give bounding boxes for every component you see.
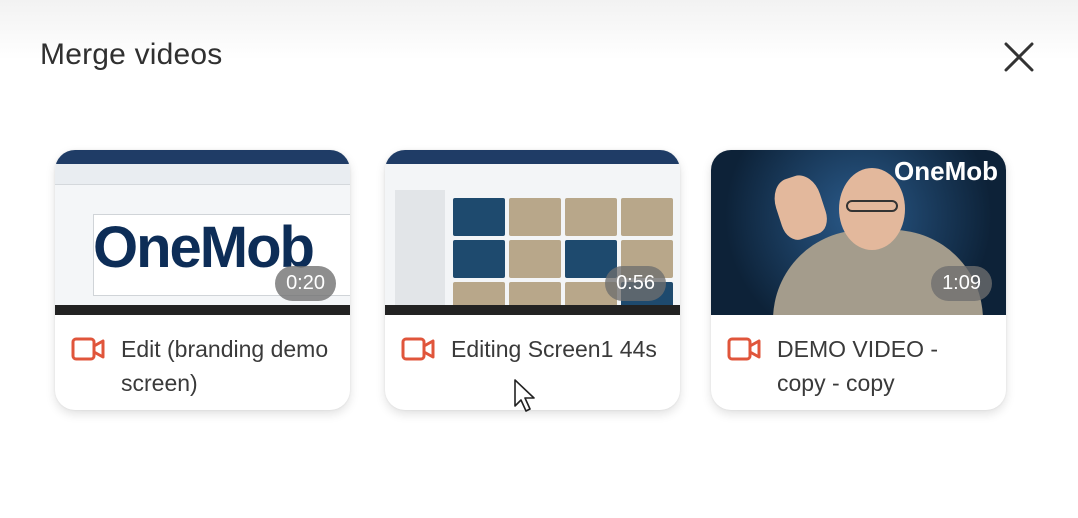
duration-badge: 0:20 <box>275 266 336 301</box>
video-camera-icon <box>401 337 435 361</box>
video-card[interactable]: OneMob 1:09 DEMO VIDEO - copy - copy <box>711 150 1006 410</box>
thumb-sidebar <box>395 190 445 310</box>
mouse-cursor-icon <box>514 379 535 412</box>
video-title: DEMO VIDEO - copy - copy <box>777 336 939 396</box>
video-thumbnail: 0:56 <box>385 150 680 315</box>
video-card[interactable]: 0:56 Editing Screen1 44s <box>385 150 680 410</box>
thumb-browser-bar <box>55 150 350 164</box>
thumbnail-logo-text: OneMob <box>894 156 998 186</box>
close-icon <box>1004 42 1034 72</box>
duration-badge: 1:09 <box>931 266 992 301</box>
video-title: Editing Screen1 44s <box>451 336 657 362</box>
thumb-tile <box>453 240 505 278</box>
thumb-tile <box>621 198 673 236</box>
video-camera-icon <box>727 337 761 361</box>
video-thumbnail: OneMob 1:09 <box>711 150 1006 315</box>
duration-badge: 0:56 <box>605 266 666 301</box>
thumb-tile <box>453 198 505 236</box>
video-meta: Edit (branding demo screen) <box>71 332 336 400</box>
thumb-tile <box>565 198 617 236</box>
video-list: OneMob 0:20 Edit (branding demo screen) … <box>55 150 1055 420</box>
thumb-taskbar <box>385 305 680 315</box>
thumb-toolbar <box>55 164 350 185</box>
video-card[interactable]: OneMob 0:20 Edit (branding demo screen) <box>55 150 350 410</box>
thumb-person-hand <box>768 170 832 244</box>
video-thumbnail: OneMob 0:20 <box>55 150 350 315</box>
video-meta: Editing Screen1 44s <box>401 332 666 366</box>
video-title: Edit (branding demo screen) <box>121 336 329 396</box>
thumb-taskbar <box>55 305 350 315</box>
dialog-title: Merge videos <box>40 38 223 71</box>
thumb-tile <box>509 198 561 236</box>
close-button[interactable] <box>998 36 1040 78</box>
video-camera-icon <box>71 337 105 361</box>
thumb-person-glasses <box>846 200 898 212</box>
thumb-tile <box>509 240 561 278</box>
thumb-browser-bar <box>385 150 680 164</box>
video-meta: DEMO VIDEO - copy - copy <box>727 332 992 400</box>
